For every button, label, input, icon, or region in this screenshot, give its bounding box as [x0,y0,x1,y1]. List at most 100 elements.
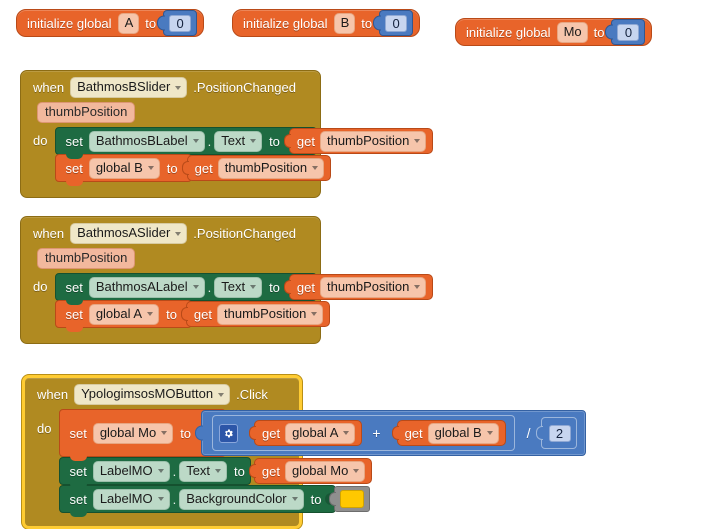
init-global-block-mo[interactable]: initialize global Mo to 0 [455,18,653,46]
set-labelmo-backgroundcolor-row[interactable]: set LabelMO . BackgroundColor to [59,485,371,517]
to-keyword: to [269,279,280,295]
to-keyword: to [166,160,178,176]
variable-label: thumbPosition [224,159,308,175]
variable-dropdown[interactable]: global A [285,422,356,444]
variable-dropdown[interactable]: thumbPosition [217,157,325,179]
component-dropdown[interactable]: BathmosBLabel [88,130,205,152]
do-section: do set BathmosALabel . Text to get thumb… [21,273,434,332]
set-variable-mo-row[interactable]: set global Mo to get global A + get glob… [59,409,586,461]
property-dropdown[interactable]: Text [214,276,263,298]
math-divide-block[interactable]: get global A + get global B / 2 [201,410,586,456]
number-block-mo[interactable]: 0 [611,19,646,45]
init-global-block-a[interactable]: initialize global A to 0 [16,9,205,37]
variable-dropdown[interactable]: thumbPosition [319,276,427,298]
get-block-thumbposition[interactable]: get thumbPosition [185,301,331,327]
event-header: when YpologimsosMOButton .Click [25,378,299,409]
get-keyword: get [404,425,423,441]
chevron-down-icon [147,312,154,316]
gear-icon[interactable] [219,423,239,443]
get-block-thumbposition[interactable]: get thumbPosition [186,155,332,181]
component-dropdown[interactable]: LabelMO [92,488,170,510]
number-value[interactable]: 2 [548,424,571,442]
property-label: Text [221,278,246,294]
value-socket: get global A + get global B / 2 [196,410,586,456]
variable-dropdown[interactable]: global B [427,422,499,444]
variable-dropdown[interactable]: global A [88,303,160,325]
chevron-down-icon [414,285,421,289]
component-dropdown[interactable]: LabelMO [92,460,170,482]
get-block-global-a[interactable]: get global A [254,420,363,446]
value-socket: get thumbPosition [284,274,434,300]
variable-label: global A [95,305,143,321]
get-block-global-b[interactable]: get global B [396,420,506,446]
set-keyword: set [65,279,83,295]
event-parameter-thumbposition[interactable]: thumbPosition [37,102,136,123]
get-block-thumbposition[interactable]: get thumbPosition [288,128,434,154]
property-dropdown[interactable]: BackgroundColor [179,488,304,510]
global-name-field-mo[interactable]: Mo [556,21,588,43]
number-block-a[interactable]: 0 [163,10,198,36]
variable-dropdown[interactable]: global Mo [284,460,366,482]
get-keyword: get [261,463,280,479]
component-dropdown[interactable]: BathmosBSlider [70,77,188,98]
event-block-bathmosbslider-positionchanged[interactable]: when BathmosBSlider .PositionChanged thu… [20,70,434,198]
to-keyword: to [234,463,245,479]
set-labelmo-text-row[interactable]: set LabelMO . Text to get global Mo [59,457,373,489]
event-block-ypologimsosmobutton-click[interactable]: when YpologimsosMOButton .Click do set g… [22,375,586,529]
to-keyword: to [310,491,322,507]
variable-dropdown[interactable]: thumbPosition [217,303,324,325]
color-swatch[interactable] [340,490,365,508]
set-keyword: set [69,491,87,507]
component-dropdown[interactable]: BathmosASlider [70,223,188,244]
number-block-b[interactable]: 0 [379,10,414,36]
number-value[interactable]: 0 [385,14,408,32]
set-keyword: set [69,463,87,479]
global-name-label: Mo [563,23,582,39]
set-component-text-row[interactable]: set BathmosALabel . Text to get thumbPos… [55,273,434,305]
do-label: do [33,133,48,148]
event-parameter-thumbposition[interactable]: thumbPosition [37,248,136,269]
event-header: when BathmosASlider .PositionChanged [21,217,320,246]
component-dropdown[interactable]: BathmosALabel [88,276,205,298]
math-add-block[interactable]: get global A + get global B [212,415,515,451]
chevron-down-icon [343,431,350,435]
color-picker-block[interactable] [334,486,371,512]
variable-dropdown[interactable]: global B [88,157,160,179]
init-global-keyword: initialize global [466,24,551,40]
component-dropdown[interactable]: YpologimsosMOButton [74,384,231,405]
get-block-thumbposition[interactable]: get thumbPosition [288,274,434,300]
set-component-text-row[interactable]: set BathmosBLabel . Text to get thumbPos… [55,127,434,159]
global-name-label: A [124,14,134,30]
dot-separator: . [207,133,212,149]
variable-dropdown[interactable]: global Mo [92,422,174,444]
number-value[interactable]: 0 [169,14,192,32]
init-global-block-b[interactable]: initialize global B to 0 [232,9,421,37]
chevron-down-icon [175,231,182,236]
value-socket: get global Mo [249,458,373,484]
component-label: BathmosALabel [95,278,188,294]
to-keyword: to [361,15,373,31]
variable-label: thumbPosition [326,278,410,294]
number-value[interactable]: 0 [617,23,640,41]
global-name-field-b[interactable]: B [333,12,356,34]
get-block-global-mo[interactable]: get global Mo [253,458,373,484]
chevron-down-icon [215,469,222,473]
to-keyword: to [145,15,157,31]
variable-label: thumbPosition [326,132,410,148]
variable-dropdown[interactable]: thumbPosition [319,130,427,152]
variable-label: global Mo [291,462,349,478]
math-number-block-2[interactable]: 2 [540,417,577,449]
set-keyword: set [65,160,83,176]
to-keyword: to [269,133,280,149]
get-keyword: get [296,279,315,295]
global-name-field-a[interactable]: A [117,12,140,34]
property-label: Text [186,462,211,478]
property-dropdown[interactable]: Text [214,130,263,152]
statement-stack: set global Mo to get global A + get glob… [59,409,586,517]
get-keyword: get [296,133,315,149]
event-block-bathmosaslider-positionchanged[interactable]: when BathmosASlider .PositionChanged thu… [20,216,434,344]
property-dropdown[interactable]: Text [179,460,228,482]
when-keyword: when [37,387,69,402]
get-keyword: get [194,160,213,176]
component-label: BathmosBLabel [95,132,188,148]
